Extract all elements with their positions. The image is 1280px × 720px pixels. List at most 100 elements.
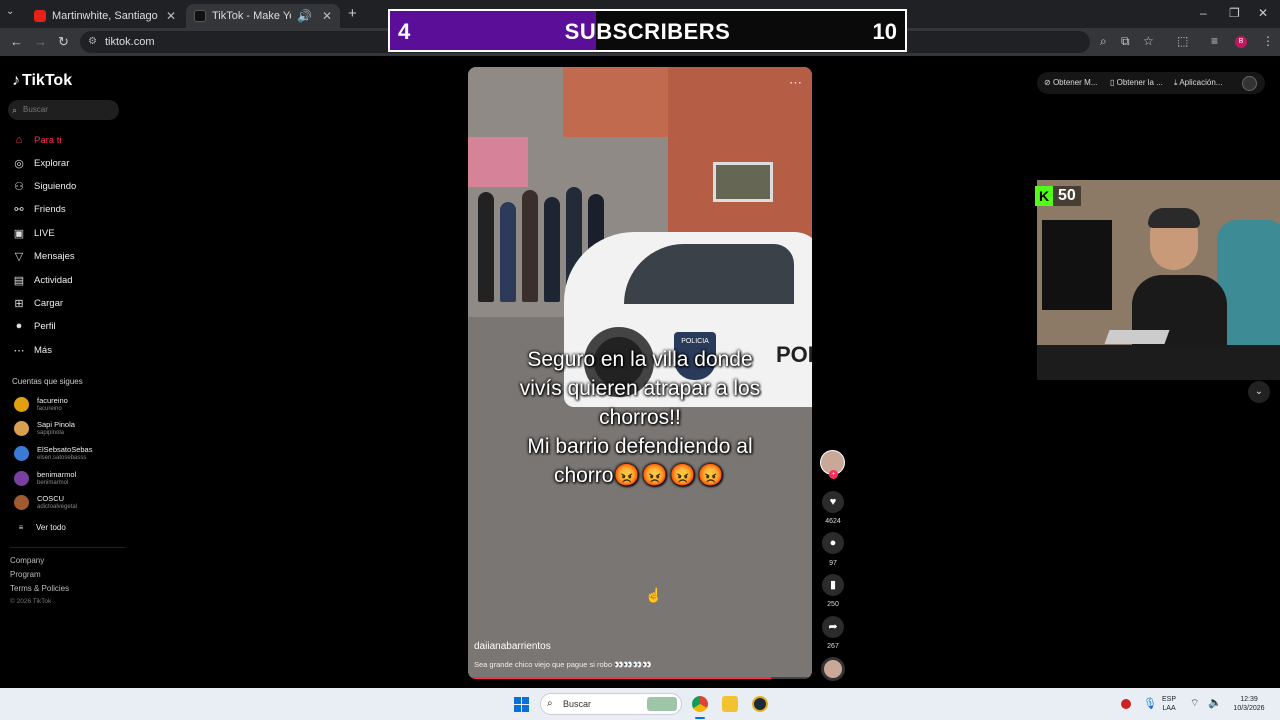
- caption-line-last: chorro😡😡😡😡: [468, 461, 812, 490]
- kick-logo-icon: K: [1035, 186, 1053, 206]
- followed-account[interactable]: Sapi Pinola sapipinola: [14, 420, 75, 437]
- mute-icon[interactable]: 🔊: [297, 9, 312, 23]
- activity-icon: ▤: [13, 274, 25, 287]
- scroll-down-button[interactable]: ⌄: [1248, 381, 1270, 403]
- angry-emoji: 😡😡😡😡: [613, 464, 727, 487]
- webcam-keyboard: [1104, 330, 1170, 344]
- tab-youtube[interactable]: Martinwhite, Santiago Berrio - A ✕: [26, 4, 184, 28]
- close-tab-icon[interactable]: ✕: [322, 9, 332, 23]
- profile-avatar[interactable]: B: [1235, 36, 1247, 48]
- reload-button[interactable]: ↻: [58, 34, 69, 50]
- account-name: ElSebsatoSebas: [37, 445, 93, 454]
- media-controls-icon[interactable]: ≡: [1211, 34, 1218, 48]
- back-button[interactable]: ←: [10, 34, 23, 49]
- video-author[interactable]: daiianabarrientos: [474, 641, 551, 652]
- streamer-hair: [1148, 208, 1200, 228]
- app-icon[interactable]: [752, 696, 768, 712]
- new-tab-button[interactable]: +: [348, 5, 357, 22]
- music-disc[interactable]: [821, 657, 845, 681]
- comment-count: 97: [829, 560, 837, 567]
- sidebar-item-live[interactable]: ▣ LIVE: [12, 225, 55, 241]
- followed-account[interactable]: benimarmol benimarmol: [14, 470, 76, 487]
- account-name: benimarmol: [37, 470, 77, 479]
- caption-line: chorro: [553, 464, 614, 487]
- footer-company[interactable]: Company: [10, 556, 44, 565]
- sidebar-item-perfil[interactable]: ● Perfil: [12, 318, 56, 334]
- account-name: COSCU: [37, 494, 65, 503]
- get-coins-button[interactable]: ⊘ Obtener M...: [1044, 74, 1097, 92]
- wifi-icon[interactable]: ⌔: [1190, 697, 1199, 710]
- taskbar-search[interactable]: ⌕ Buscar: [540, 693, 682, 715]
- sidebar-item-siguiendo[interactable]: ⚇ Siguiendo: [12, 178, 76, 194]
- account-text: COSCU adictoalvegetal: [37, 494, 77, 511]
- tiktok-logo[interactable]: ♪ TikTok: [12, 72, 72, 90]
- chevron-down-icon: ⌄: [1254, 386, 1264, 397]
- user-avatar[interactable]: [1242, 76, 1257, 91]
- search-input[interactable]: ⌕ Buscar: [8, 100, 119, 120]
- sidebar-item-para-ti[interactable]: ⌂ Para ti: [12, 132, 62, 148]
- followed-account[interactable]: ElSebsatoSebas elsen.satosebasss: [14, 445, 92, 462]
- chrome-icon[interactable]: [692, 696, 708, 712]
- lang-code: ESP: [1162, 696, 1177, 703]
- clock[interactable]: 12:39 10/3/2026: [1225, 695, 1273, 713]
- browser-menu-icon[interactable]: ⋮: [1262, 34, 1274, 48]
- close-tab-icon[interactable]: ✕: [166, 9, 176, 23]
- sidebar-item-label: Siguiendo: [34, 180, 77, 192]
- windows-start-icon[interactable]: [514, 697, 529, 712]
- volume-icon[interactable]: 🔈: [1208, 696, 1222, 709]
- sidebar-item-explorar[interactable]: ◎ Explorar: [12, 155, 69, 171]
- youtube-icon: [34, 10, 46, 22]
- search-icon: ⌕: [12, 105, 18, 115]
- share-count: 267: [827, 643, 839, 650]
- video-player[interactable]: POLICIA POL ⋯ Seguro en la villa donde v…: [468, 67, 812, 679]
- followed-account[interactable]: COSCU adictoalvegetal: [14, 494, 77, 511]
- follow-plus-icon[interactable]: +: [829, 470, 838, 479]
- video-progress-fill: [468, 677, 771, 679]
- tab-tiktok[interactable]: TikTok - Make Your Day 🔊 ✕: [186, 4, 340, 28]
- video-caption: Seguro en la villa donde vivís quieren a…: [468, 345, 812, 490]
- sidebar-item-más[interactable]: ⋯ Más: [12, 342, 52, 358]
- kick-viewer-counter: K 50: [1035, 186, 1081, 206]
- tab-search-button[interactable]: ⌄: [6, 6, 14, 17]
- search-highlight-icon: [647, 697, 677, 711]
- sidebar-item-label: Para ti: [34, 134, 62, 146]
- avatar: [14, 446, 29, 461]
- followed-account[interactable]: facureino facureino: [14, 396, 68, 413]
- sidebar-item-label: Mensajes: [34, 250, 75, 262]
- sidebar-item-label: Explorar: [34, 157, 70, 169]
- video-menu-icon[interactable]: ⋯: [789, 75, 802, 91]
- goal-label: SUBSCRIBERS: [564, 19, 731, 44]
- tray-app-icon[interactable]: [1121, 699, 1131, 709]
- see-all-link[interactable]: ≡ Ver todo: [14, 519, 66, 535]
- sidebar-item-friends[interactable]: ⚯ Friends: [12, 201, 65, 217]
- language-indicator[interactable]: ESP LAA: [1162, 695, 1176, 713]
- file-explorer-icon[interactable]: [722, 696, 738, 712]
- sidebar-item-mensajes[interactable]: ▽ Mensajes: [12, 248, 75, 264]
- comment-button[interactable]: ●: [822, 532, 844, 554]
- account-handle: sapipinola: [37, 430, 65, 436]
- tab-title: TikTok - Make Your Day: [212, 10, 291, 22]
- close-window-button[interactable]: ✕: [1258, 6, 1268, 20]
- microphone-icon[interactable]: 🎙: [1143, 697, 1157, 710]
- desktop-app-button[interactable]: ⤓ Aplicación...: [1174, 74, 1222, 92]
- minimize-button[interactable]: –: [1200, 6, 1207, 20]
- footer-terms[interactable]: Terms & Policies: [10, 584, 69, 593]
- footer-program[interactable]: Program: [10, 570, 41, 579]
- get-app-button[interactable]: ▯ Obtener la ...: [1110, 74, 1163, 92]
- save-button[interactable]: ▮: [822, 574, 844, 596]
- maximize-button[interactable]: ❐: [1229, 6, 1240, 20]
- video-progress-bar[interactable]: [468, 677, 812, 679]
- like-button[interactable]: ♥: [822, 491, 844, 513]
- sidebar-item-label: Más: [34, 344, 52, 356]
- account-text: facureino facureino: [37, 396, 68, 413]
- cast-icon[interactable]: ⧉: [1121, 34, 1130, 49]
- bookmark-star-icon[interactable]: ☆: [1143, 34, 1154, 48]
- forward-button[interactable]: →: [34, 34, 47, 49]
- share-button[interactable]: ➦: [822, 616, 844, 638]
- friends-icon: ⚯: [14, 203, 24, 216]
- sidebar-item-cargar[interactable]: ⊞ Cargar: [12, 295, 63, 311]
- extensions-icon[interactable]: ⬚: [1177, 34, 1188, 48]
- zoom-icon[interactable]: ⌕: [1100, 34, 1107, 49]
- site-info-icon[interactable]: ⚙: [88, 31, 97, 53]
- sidebar-item-actividad[interactable]: ▤ Actividad: [12, 272, 73, 288]
